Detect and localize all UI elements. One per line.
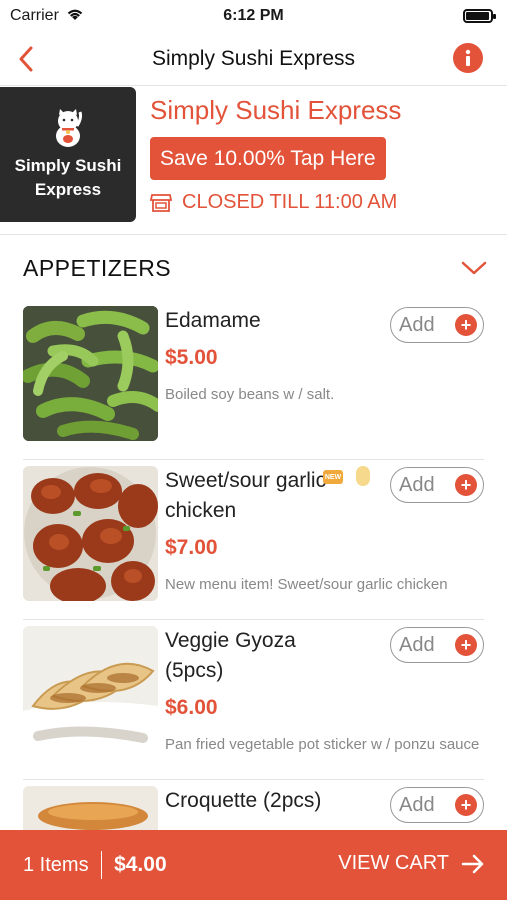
plus-icon: + <box>455 314 477 336</box>
add-button-label: Add <box>399 793 435 816</box>
lucky-cat-icon <box>56 108 83 147</box>
plus-icon: + <box>455 794 477 816</box>
hours-status-text: CLOSED TILL 11:00 AM <box>182 191 398 213</box>
item-image <box>23 466 158 601</box>
add-button[interactable]: Add + <box>390 627 484 663</box>
promo-button[interactable]: Save 10.00% Tap Here <box>150 137 386 180</box>
nav-title: Simply Sushi Express <box>151 46 356 70</box>
chevron-left-icon <box>19 46 33 72</box>
item-name: Edamame <box>165 309 261 332</box>
view-cart-label: VIEW CART <box>338 852 449 874</box>
restaurant-logo: Simply Sushi Express <box>0 87 136 222</box>
add-button[interactable]: Add + <box>390 467 484 503</box>
view-cart-button[interactable]: VIEW CART <box>338 852 485 875</box>
menu-list: Edamame $5.00 Boiled soy beans w / salt.… <box>0 300 507 830</box>
info-button[interactable] <box>453 43 483 73</box>
item-image <box>23 786 158 830</box>
back-button[interactable] <box>8 40 44 78</box>
item-name: Sweet/sour garlic chicken <box>165 469 327 522</box>
cart-item-count: 1 Items <box>23 853 89 876</box>
nav-bar: Simply Sushi Express <box>0 32 507 86</box>
hours-status: CLOSED TILL 11:00 AM <box>150 191 397 214</box>
menu-item[interactable]: Sweet/sour garlic chicken NEW $7.00 New … <box>23 460 484 620</box>
status-time: 6:12 PM <box>223 7 284 24</box>
menu-item[interactable]: Veggie Gyoza (5pcs) $6.00 Pan fried vege… <box>23 620 484 780</box>
category-header[interactable]: APPETIZERS <box>0 236 507 300</box>
chevron-down-icon[interactable] <box>461 260 487 276</box>
battery-icon <box>463 9 496 23</box>
logo-text: Simply Sushi Express <box>14 155 122 199</box>
item-description: New menu item! Sweet/sour garlic chicken <box>165 576 448 593</box>
special-badge-icon <box>356 466 370 486</box>
battery-fill <box>466 12 489 20</box>
item-price: $7.00 <box>165 536 218 559</box>
add-button[interactable]: Add + <box>390 787 484 823</box>
item-image <box>23 306 158 441</box>
add-button-label: Add <box>399 633 435 656</box>
menu-item[interactable]: Croquette (2pcs) Add + <box>23 780 484 830</box>
restaurant-name: Simply Sushi Express <box>150 95 402 125</box>
add-button-label: Add <box>399 473 435 496</box>
store-icon <box>150 193 172 212</box>
add-button-label: Add <box>399 313 435 336</box>
cart-bar[interactable]: 1 Items $4.00 VIEW CART <box>0 830 507 900</box>
cart-divider <box>100 851 103 879</box>
item-name: Croquette (2pcs) <box>165 789 322 812</box>
item-image <box>23 626 158 761</box>
status-bar: Carrier 6:12 PM <box>0 0 507 32</box>
plus-icon: + <box>455 474 477 496</box>
arrow-right-icon <box>461 854 484 873</box>
item-description: Pan fried vegetable pot sticker w / ponz… <box>165 736 480 753</box>
item-price: $5.00 <box>165 346 218 369</box>
item-description: Boiled soy beans w / salt. <box>165 386 335 403</box>
restaurant-header: Simply Sushi Express Simply Sushi Expres… <box>0 87 507 235</box>
plus-icon: + <box>455 634 477 656</box>
item-price: $6.00 <box>165 696 218 719</box>
add-button[interactable]: Add + <box>390 307 484 343</box>
menu-item[interactable]: Edamame $5.00 Boiled soy beans w / salt.… <box>23 300 484 460</box>
new-badge-icon: NEW <box>323 470 343 484</box>
item-name: Veggie Gyoza (5pcs) <box>165 629 296 682</box>
category-title: APPETIZERS <box>23 254 172 281</box>
cart-total: $4.00 <box>114 853 167 876</box>
info-icon <box>465 49 471 66</box>
